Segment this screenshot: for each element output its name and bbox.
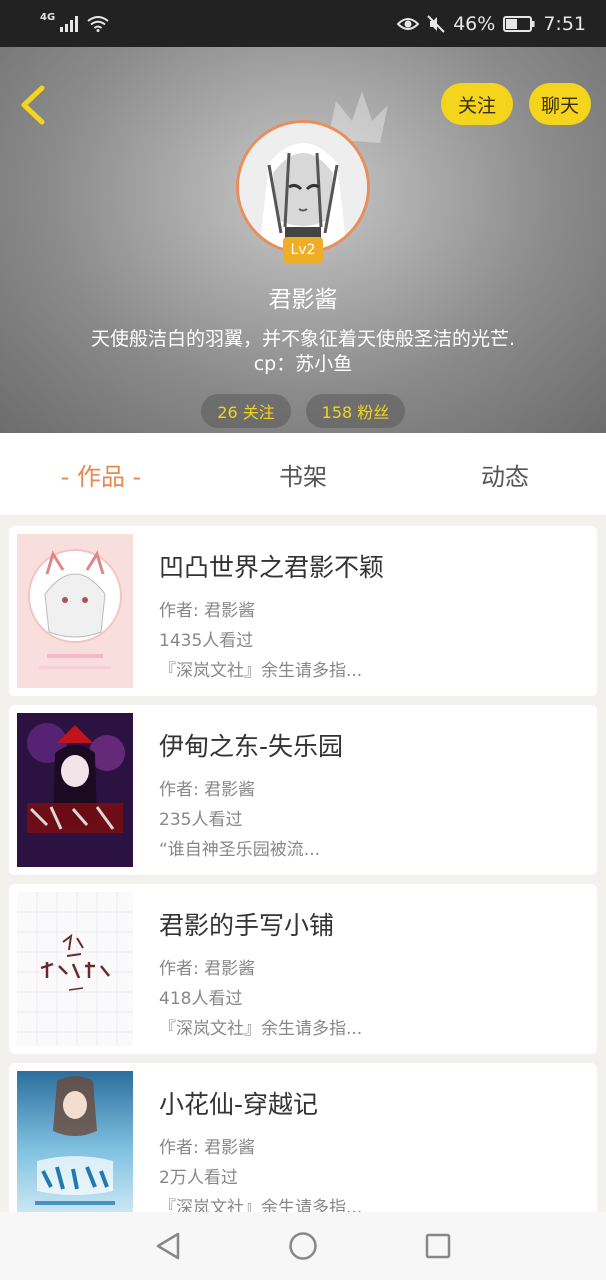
book-info: 君影的手写小铺 作者: 君影酱 418人看过 『深岚文社』余生请多指... xyxy=(159,906,579,1044)
signal-icon xyxy=(60,15,79,32)
square-recents-icon xyxy=(426,1233,451,1259)
book-desc: 『深岚文社』余生请多指... xyxy=(159,661,363,681)
book-author: 作者: 君影酱 xyxy=(159,601,256,621)
eye-icon xyxy=(397,17,420,30)
followers-count[interactable]: 158 粉丝 xyxy=(306,394,405,428)
list-item[interactable]: 君影的手写小铺 作者: 君影酱 418人看过 『深岚文社』余生请多指... xyxy=(9,884,597,1054)
book-title: 君影的手写小铺 xyxy=(159,911,335,940)
network-type: 4G xyxy=(40,11,56,23)
circle-home-icon xyxy=(289,1232,317,1260)
book-desc: “谁自神圣乐园被流... xyxy=(159,840,321,860)
book-info: 伊甸之东-失乐园 作者: 君影酱 235人看过 “谁自神圣乐园被流... xyxy=(159,727,579,865)
tab-bookshelf[interactable]: 书架 xyxy=(202,457,404,492)
book-views: 1435人看过 xyxy=(159,631,254,651)
avatar-image xyxy=(239,123,367,251)
mute-icon xyxy=(427,14,445,33)
book-cover xyxy=(17,1071,133,1225)
wifi-icon xyxy=(87,15,109,32)
book-title: 小花仙-穿越记 xyxy=(159,1090,319,1119)
book-author: 作者: 君影酱 xyxy=(159,780,256,800)
level-badge: Lv2 xyxy=(283,237,323,263)
list-item[interactable]: 小花仙-穿越记 作者: 君影酱 2万人看过 『深岚文社』余生请多指... xyxy=(9,1063,597,1233)
profile-header: 关注 聊天 Lv2 君影酱 天使般洁白的羽翼，并不象征着天使般圣洁的光芒. cp… xyxy=(0,47,606,433)
tab-works[interactable]: - 作品 - xyxy=(0,457,202,492)
triangle-back-icon xyxy=(156,1232,179,1260)
following-count[interactable]: 26 关注 xyxy=(201,394,291,428)
bio-cp-line: cp：苏小鱼 xyxy=(253,353,353,375)
battery-icon xyxy=(503,15,535,32)
nav-back-button[interactable] xyxy=(148,1226,188,1266)
follow-button[interactable]: 关注 xyxy=(441,83,513,125)
chevron-left-icon xyxy=(21,85,45,125)
tab-activity[interactable]: 动态 xyxy=(404,457,606,492)
list-item[interactable]: 伊甸之东-失乐园 作者: 君影酱 235人看过 “谁自神圣乐园被流... xyxy=(9,705,597,875)
back-button[interactable] xyxy=(18,85,48,125)
book-desc: 『深岚文社』余生请多指... xyxy=(159,1019,363,1039)
works-list: 凹凸世界之君影不颖 作者: 君影酱 1435人看过 『深岚文社』余生请多指...… xyxy=(9,526,597,1242)
avatar[interactable] xyxy=(236,120,370,254)
book-cover xyxy=(17,892,133,1046)
book-author: 作者: 君影酱 xyxy=(159,1138,256,1158)
nav-home-button[interactable] xyxy=(283,1226,323,1266)
chat-button[interactable]: 聊天 xyxy=(529,83,591,125)
book-cover xyxy=(17,713,133,867)
book-views: 235人看过 xyxy=(159,810,243,830)
book-title: 伊甸之东-失乐园 xyxy=(159,732,344,761)
list-item[interactable]: 凹凸世界之君影不颖 作者: 君影酱 1435人看过 『深岚文社』余生请多指... xyxy=(9,526,597,696)
tab-bar: - 作品 - 书架 动态 xyxy=(0,433,606,515)
book-title: 凹凸世界之君影不颖 xyxy=(159,553,385,582)
book-info: 小花仙-穿越记 作者: 君影酱 2万人看过 『深岚文社』余生请多指... xyxy=(159,1085,579,1223)
nav-recents-button[interactable] xyxy=(418,1226,458,1266)
username: 君影酱 xyxy=(268,287,338,313)
book-info: 凹凸世界之君影不颖 作者: 君影酱 1435人看过 『深岚文社』余生请多指... xyxy=(159,548,579,686)
book-views: 418人看过 xyxy=(159,989,243,1009)
system-nav-bar xyxy=(0,1212,606,1280)
book-views: 2万人看过 xyxy=(159,1168,238,1188)
book-cover xyxy=(17,534,133,688)
bio: 天使般洁白的羽翼，并不象征着天使般圣洁的光芒. cp：苏小鱼 xyxy=(0,327,606,377)
clock: 7:51 xyxy=(543,12,586,35)
battery-percent: 46% xyxy=(453,12,496,35)
status-bar: 4G 46% 7:51 xyxy=(0,0,606,47)
book-author: 作者: 君影酱 xyxy=(159,959,256,979)
bio-line: 天使般洁白的羽翼，并不象征着天使般圣洁的光芒. xyxy=(90,328,516,350)
